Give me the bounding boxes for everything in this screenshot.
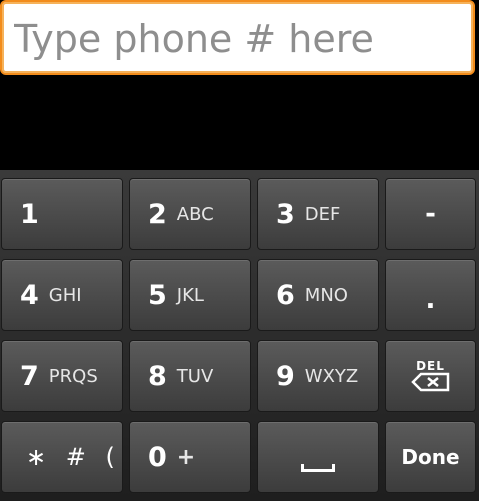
key-special[interactable]: ∗ # ( xyxy=(1,421,123,493)
key-letters: PRQS xyxy=(48,365,98,387)
space-icon xyxy=(301,464,335,472)
key-9[interactable]: 9 WXYZ xyxy=(257,340,379,412)
key-letters: DEF xyxy=(304,203,341,225)
key-letters: + xyxy=(176,444,196,470)
key-digit: 7 xyxy=(20,360,39,392)
key-dash-label: - xyxy=(425,199,436,229)
key-digit: 1 xyxy=(20,198,39,230)
key-1[interactable]: 1 xyxy=(1,178,123,250)
key-letters: GHI xyxy=(48,284,82,306)
delete-icon: DEL xyxy=(410,359,451,392)
phone-input[interactable] xyxy=(10,8,465,70)
key-dash[interactable]: - xyxy=(385,178,476,250)
key-digit: 4 xyxy=(20,279,39,311)
key-8[interactable]: 8 TUV xyxy=(129,340,251,412)
key-0[interactable]: 0 + xyxy=(129,421,251,493)
key-delete[interactable]: DEL xyxy=(385,340,476,412)
key-digit: 6 xyxy=(276,279,295,311)
key-digit: 9 xyxy=(276,360,295,392)
key-3[interactable]: 3 DEF xyxy=(257,178,379,250)
numeric-keypad: 1 2 ABC 3 DEF - 4 GHI 5 JKL 6 MNO . 7 PR… xyxy=(0,170,479,501)
phone-input-container xyxy=(0,0,475,75)
key-letters: MNO xyxy=(304,284,348,306)
key-2[interactable]: 2 ABC xyxy=(129,178,251,250)
key-letters: JKL xyxy=(176,284,204,306)
key-letters: ABC xyxy=(176,203,214,225)
key-space[interactable] xyxy=(257,421,379,493)
key-special-label: ∗ # ( xyxy=(26,443,121,471)
key-dot-label: . xyxy=(425,285,436,315)
backspace-icon xyxy=(410,372,449,392)
key-letters: TUV xyxy=(176,365,214,387)
key-6[interactable]: 6 MNO xyxy=(257,259,379,331)
key-dot[interactable]: . xyxy=(385,259,476,331)
key-digit: 5 xyxy=(148,279,167,311)
key-7[interactable]: 7 PRQS xyxy=(1,340,123,412)
done-button[interactable]: Done xyxy=(385,421,476,493)
key-digit: 2 xyxy=(148,198,167,230)
delete-label: DEL xyxy=(416,359,445,373)
key-digit: 0 xyxy=(148,441,167,473)
key-letters: WXYZ xyxy=(304,365,359,387)
key-digit: 8 xyxy=(148,360,167,392)
done-label: Done xyxy=(401,445,460,469)
key-5[interactable]: 5 JKL xyxy=(129,259,251,331)
key-4[interactable]: 4 GHI xyxy=(1,259,123,331)
key-digit: 3 xyxy=(276,198,295,230)
